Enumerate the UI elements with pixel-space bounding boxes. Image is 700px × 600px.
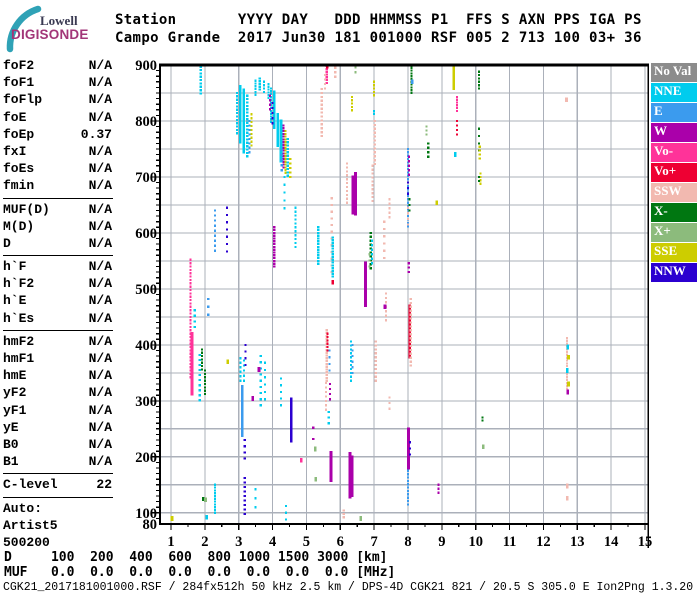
svg-text:600: 600 [135, 226, 157, 242]
legend-item-nnw: NNW [651, 263, 697, 282]
svg-text:2: 2 [201, 534, 208, 550]
legend-item-sse: SSE [651, 243, 697, 262]
svg-text:15: 15 [638, 534, 653, 550]
axis-ticks [152, 69, 646, 530]
svg-text:200: 200 [135, 450, 157, 466]
svg-text:900: 900 [135, 58, 157, 74]
svg-text:11: 11 [503, 534, 517, 550]
svg-text:10: 10 [468, 534, 483, 550]
legend-item-vo-: Vo- [651, 143, 697, 162]
svg-text:7: 7 [371, 534, 378, 550]
legend-item-x+: X+ [651, 223, 697, 242]
distance-muf-footer: D 100 200 400 600 800 1000 1500 3000 [km… [4, 550, 396, 580]
legend-item-vo+: Vo+ [651, 163, 697, 182]
y-axis-labels: 90080070060050040030020010080 [135, 58, 157, 533]
legend-item-x-: X- [651, 203, 697, 222]
svg-text:8: 8 [404, 534, 411, 550]
digisonde-ionogram-viewer: { "logo": {"top": "Lowell", "bottom": "D… [0, 0, 700, 600]
svg-text:800: 800 [135, 114, 157, 130]
svg-text:13: 13 [570, 534, 585, 550]
x-axis-labels: 1 2 3 4 5 6 7 8 9 10 11 12 13 14 15 [167, 534, 652, 550]
legend-item-e: E [651, 103, 697, 122]
svg-text:4: 4 [269, 534, 276, 550]
svg-text:5: 5 [303, 534, 310, 550]
svg-text:300: 300 [135, 394, 157, 410]
legend-item-w: W [651, 123, 697, 142]
status-line: CGK21_2017181001000.RSF / 284fx512h 50 k… [3, 581, 694, 594]
legend-item-nne: NNE [651, 83, 697, 102]
svg-text:700: 700 [135, 170, 157, 186]
d-row: D 100 200 400 600 800 1000 1500 3000 [km… [4, 550, 388, 565]
svg-text:12: 12 [536, 534, 551, 550]
legend-item-noval: No Val [651, 63, 697, 82]
svg-text:1: 1 [167, 534, 174, 550]
svg-text:14: 14 [604, 534, 619, 550]
svg-text:6: 6 [337, 534, 344, 550]
direction-legend: No Val NNE E W Vo- Vo+ SSW X- X+ SSE NNW [651, 63, 698, 283]
svg-text:400: 400 [135, 338, 157, 354]
legend-item-ssw: SSW [651, 183, 697, 202]
ionogram-plot: 900800700600500400300200100801 2 3 4 5 6 7 8 9 10… [135, 58, 652, 550]
plot-border [159, 63, 649, 548]
svg-text:9: 9 [438, 534, 445, 550]
svg-text:80: 80 [143, 517, 158, 533]
muf-row: MUF 0.0 0.0 0.0 0.0 0.0 0.0 0.0 0.0 [MHz… [4, 564, 396, 580]
svg-text:500: 500 [135, 282, 157, 298]
plot-grid [160, 65, 648, 524]
svg-text:3: 3 [235, 534, 242, 550]
